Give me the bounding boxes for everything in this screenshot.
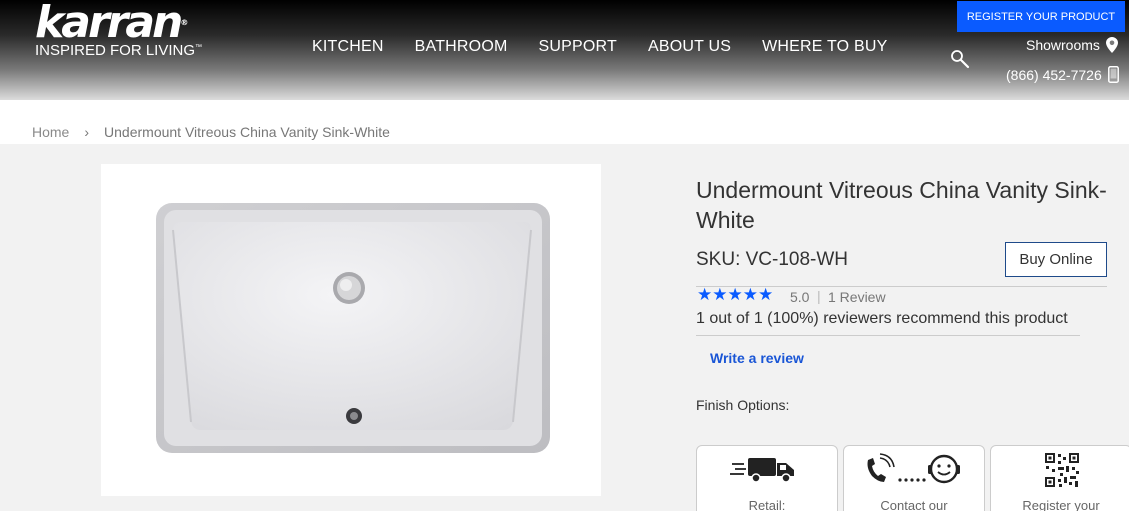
register-product-button[interactable]: REGISTER YOUR PRODUCT bbox=[957, 1, 1125, 32]
product-title: Undermount Vitreous China Vanity Sink-Wh… bbox=[696, 177, 1107, 233]
phone-link[interactable]: (866) 452-7726 bbox=[1006, 66, 1119, 83]
product-image[interactable] bbox=[101, 164, 601, 496]
retail-card[interactable]: Retail: bbox=[696, 445, 838, 511]
breadcrumb-separator: › bbox=[84, 124, 90, 140]
star-rating[interactable]: ★★★★★ bbox=[697, 285, 774, 304]
qr-code-icon bbox=[1044, 452, 1080, 488]
showrooms-label: Showrooms bbox=[1026, 37, 1100, 53]
recommend-text: 1 out of 1 (100%) reviewers recommend th… bbox=[696, 310, 1068, 327]
register-card[interactable]: Register your bbox=[990, 445, 1129, 511]
map-pin-icon bbox=[1105, 37, 1118, 53]
registered-mark: ® bbox=[180, 18, 189, 27]
finish-options-label: Finish Options: bbox=[696, 397, 790, 413]
phone-number: (866) 452-7726 bbox=[1006, 66, 1102, 83]
search-icon[interactable] bbox=[950, 49, 970, 69]
breadcrumb-home[interactable]: Home bbox=[32, 124, 69, 140]
brand-logo[interactable]: karran® INSPIRED FOR LIVING™ bbox=[35, 1, 203, 59]
main-nav: KITCHEN BATHROOM SUPPORT ABOUT US WHERE … bbox=[312, 38, 918, 56]
write-review-link[interactable]: Write a review bbox=[710, 350, 804, 366]
breadcrumb-current: Undermount Vitreous China Vanity Sink-Wh… bbox=[104, 124, 390, 140]
brand-tagline: INSPIRED FOR LIVING bbox=[35, 42, 196, 59]
trademark-mark: ™ bbox=[195, 44, 203, 51]
showrooms-link[interactable]: Showrooms bbox=[1026, 37, 1118, 53]
rating-value: 5.0 bbox=[790, 289, 810, 305]
retail-label: Retail: bbox=[748, 498, 786, 511]
customer-support-icon bbox=[867, 453, 960, 484]
nav-support[interactable]: SUPPORT bbox=[539, 38, 617, 56]
sink-illustration bbox=[156, 203, 550, 453]
nav-kitchen[interactable]: KITCHEN bbox=[312, 38, 384, 56]
breadcrumb: Home › Undermount Vitreous China Vanity … bbox=[32, 124, 390, 140]
review-count-link[interactable]: 1 Review bbox=[828, 289, 886, 305]
rating-separator: | bbox=[817, 288, 821, 304]
nav-where-to-buy[interactable]: WHERE TO BUY bbox=[762, 38, 887, 56]
recommend-divider bbox=[696, 335, 1080, 336]
nav-bathroom[interactable]: BATHROOM bbox=[415, 38, 508, 56]
contact-card[interactable]: Contact our bbox=[843, 445, 985, 511]
buy-online-button[interactable]: Buy Online bbox=[1005, 242, 1107, 277]
mobile-phone-icon bbox=[1107, 66, 1119, 83]
register-label: Register your bbox=[1022, 498, 1100, 511]
site-header: karran® INSPIRED FOR LIVING™ KITCHEN BAT… bbox=[0, 0, 1129, 100]
product-sku: SKU: VC-108-WH bbox=[696, 249, 849, 270]
stars-icon: ★★★★★ bbox=[697, 285, 774, 304]
delivery-truck-icon bbox=[730, 458, 794, 483]
contact-label: Contact our bbox=[880, 498, 948, 511]
nav-about-us[interactable]: ABOUT US bbox=[648, 38, 731, 56]
